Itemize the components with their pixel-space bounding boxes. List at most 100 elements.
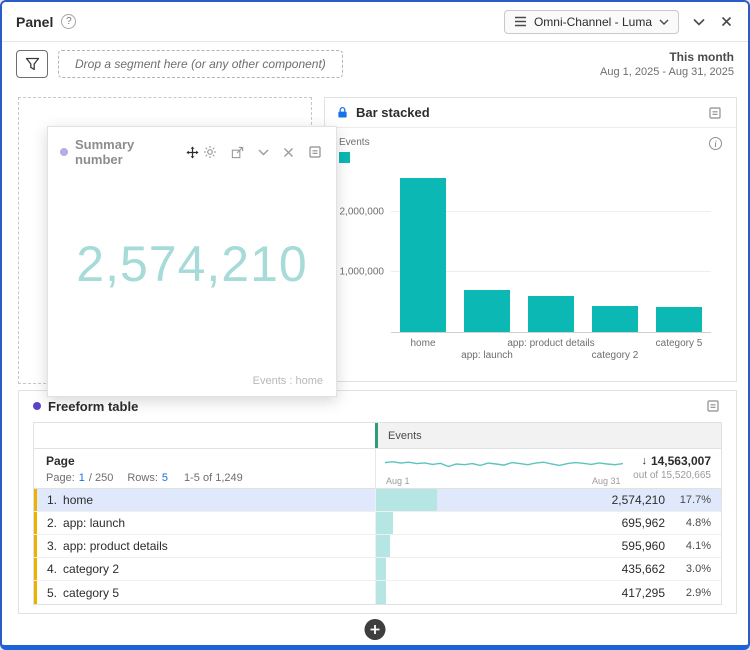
help-icon[interactable]: ?	[61, 14, 77, 29]
collapse-panel-icon[interactable]	[691, 16, 707, 28]
funnel-icon	[25, 57, 39, 71]
close-panel-icon[interactable]	[719, 14, 734, 29]
row-index: 2.	[47, 516, 58, 530]
row-name: category 2	[63, 562, 120, 576]
spark-start-label: Aug 1	[386, 476, 410, 486]
bar-category 2[interactable]	[592, 306, 638, 332]
page-value[interactable]: 1	[79, 472, 85, 484]
row-value: 695,962	[621, 516, 665, 530]
row-dimension-cell[interactable]: 2. app: launch	[34, 512, 375, 534]
row-percent: 4.8%	[685, 517, 711, 529]
row-value-cell[interactable]: 595,960 4.1%	[375, 535, 721, 557]
table-row[interactable]: 1. home 2,574,210 17.7%	[34, 489, 721, 512]
row-value-cell[interactable]: 695,962 4.8%	[375, 512, 721, 534]
segment-drop-zone[interactable]: Drop a segment here (or any other compon…	[58, 50, 343, 78]
chart-body: Events i 1,000,000 2,000,000 home app: lau…	[325, 129, 736, 381]
row-index: 4.	[47, 562, 58, 576]
row-dimension-cell[interactable]: 4. category 2	[34, 558, 375, 580]
table-rows: 1. home 2,574,210 17.7% 2. app: launch 695,962…	[34, 489, 721, 604]
bar-card-title: Bar stacked	[356, 105, 430, 120]
bar-home[interactable]	[400, 178, 446, 332]
move-icon[interactable]	[184, 144, 201, 161]
row-accent-bar	[34, 512, 37, 534]
note-icon[interactable]	[706, 104, 724, 122]
bar-plot: 1,000,000 2,000,000	[340, 165, 711, 333]
summary-number-value: 2,574,210	[76, 236, 308, 292]
row-dimension-cell[interactable]: 5. category 5	[34, 581, 375, 604]
panel-header: Panel ? Omni-Channel - Luma	[2, 2, 748, 42]
table-card-title: Freeform table	[48, 398, 139, 414]
dataset-selector[interactable]: Omni-Channel - Luma	[503, 9, 679, 34]
row-accent-bar	[34, 581, 37, 604]
dimension-header-cell: Page Page: 1 / 250 Rows: 5 1-5 of 1,249	[34, 449, 375, 488]
note-icon[interactable]	[306, 143, 324, 161]
row-dimension-cell[interactable]: 1. home	[34, 489, 375, 511]
value-bar	[376, 535, 391, 557]
collapse-viz-icon[interactable]	[256, 147, 271, 158]
bar-stacked-card: Bar stacked Events i 1,000,000 2,000,000 …	[324, 97, 737, 382]
x-axis-label: category 5	[655, 338, 703, 349]
row-value: 417,295	[621, 585, 665, 600]
column-totals: ↓ 14,563,007 out of 15,520,665	[633, 454, 711, 481]
y-axis-tick: 2,000,000	[339, 206, 385, 218]
row-name: app: product details	[63, 539, 168, 553]
summary-card-actions	[201, 143, 324, 161]
row-name: app: launch	[63, 516, 126, 530]
row-index: 1.	[47, 493, 58, 507]
info-icon[interactable]: i	[709, 137, 722, 150]
x-axis-label: category 2	[591, 350, 639, 361]
row-name: category 5	[63, 585, 120, 600]
table-row[interactable]: 3. app: product details 595,960 4.1%	[34, 535, 721, 558]
lock-icon	[338, 107, 347, 118]
y-axis-tick: 1,000,000	[339, 266, 385, 278]
x-axis-label: home	[410, 338, 436, 349]
rows-range: 1-5 of 1,249	[184, 472, 243, 484]
segment-filter-button[interactable]	[16, 50, 48, 78]
date-range-selector[interactable]: This month Aug 1, 2025 - Aug 31, 2025	[600, 50, 734, 78]
settings-gear-icon[interactable]	[201, 143, 219, 161]
panel-header-actions: Omni-Channel - Luma	[503, 9, 734, 34]
column-total-value: 14,563,007	[650, 454, 711, 468]
add-visualization-button[interactable]	[364, 619, 386, 640]
table-row[interactable]: 4. category 2 435,662 3.0%	[34, 558, 721, 581]
value-bar	[376, 558, 387, 580]
row-accent-bar	[34, 558, 37, 580]
x-axis-label: app: launch	[461, 350, 513, 361]
table-meta-row: Page Page: 1 / 250 Rows: 5 1-5 of 1,249	[34, 449, 721, 489]
row-value-cell[interactable]: 2,574,210 17.7%	[375, 489, 721, 511]
row-percent: 17.7%	[679, 494, 711, 506]
row-dimension-cell[interactable]: 3. app: product details	[34, 535, 375, 557]
sort-descending-icon: ↓	[641, 455, 647, 467]
bar-app: product details[interactable]	[528, 296, 574, 332]
date-range-dates: Aug 1, 2025 - Aug 31, 2025	[600, 66, 734, 78]
row-value-cell[interactable]: 417,295 2.9%	[375, 581, 721, 604]
legend-label: Events	[339, 137, 370, 148]
rows-label: Rows:	[127, 472, 158, 484]
row-value-cell[interactable]: 435,662 3.0%	[375, 558, 721, 580]
summary-number-card[interactable]: Summary number 2,574,210 Events: home	[47, 126, 337, 397]
freeform-table: Events Page Page: 1 / 250 Rows: 5 1-5 of…	[33, 422, 722, 605]
export-icon[interactable]	[229, 144, 246, 161]
row-index: 3.	[47, 539, 58, 553]
table-row[interactable]: 5. category 5 417,295 2.9%	[34, 581, 721, 604]
close-viz-icon[interactable]	[281, 145, 296, 160]
summary-card-title: Summary number	[75, 137, 135, 167]
bar-category 5[interactable]	[656, 307, 702, 332]
events-summary-cell: Aug 1 Aug 31 ↓ 14,563,007 out of 15,520,…	[375, 449, 721, 488]
sort-and-total[interactable]: ↓ 14,563,007	[633, 454, 711, 468]
table-row[interactable]: 2. app: launch 695,962 4.8%	[34, 512, 721, 535]
row-index: 5.	[47, 585, 58, 600]
drop-hint-text: Drop a segment here (or any other compon…	[75, 57, 326, 71]
note-icon[interactable]	[704, 397, 722, 415]
row-value: 2,574,210	[611, 493, 665, 507]
rows-value[interactable]: 5	[162, 472, 168, 484]
bar-app: launch[interactable]	[464, 290, 510, 332]
dimension-header: Page	[46, 454, 75, 468]
chart-legend[interactable]: Events	[339, 137, 370, 163]
row-value: 595,960	[621, 539, 665, 553]
dataset-icon	[514, 16, 526, 27]
chevron-down-icon	[659, 19, 669, 25]
events-column-header[interactable]: Events	[375, 423, 721, 448]
panel-toolbar: Drop a segment here (or any other compon…	[2, 42, 748, 86]
plus-icon	[370, 625, 380, 634]
